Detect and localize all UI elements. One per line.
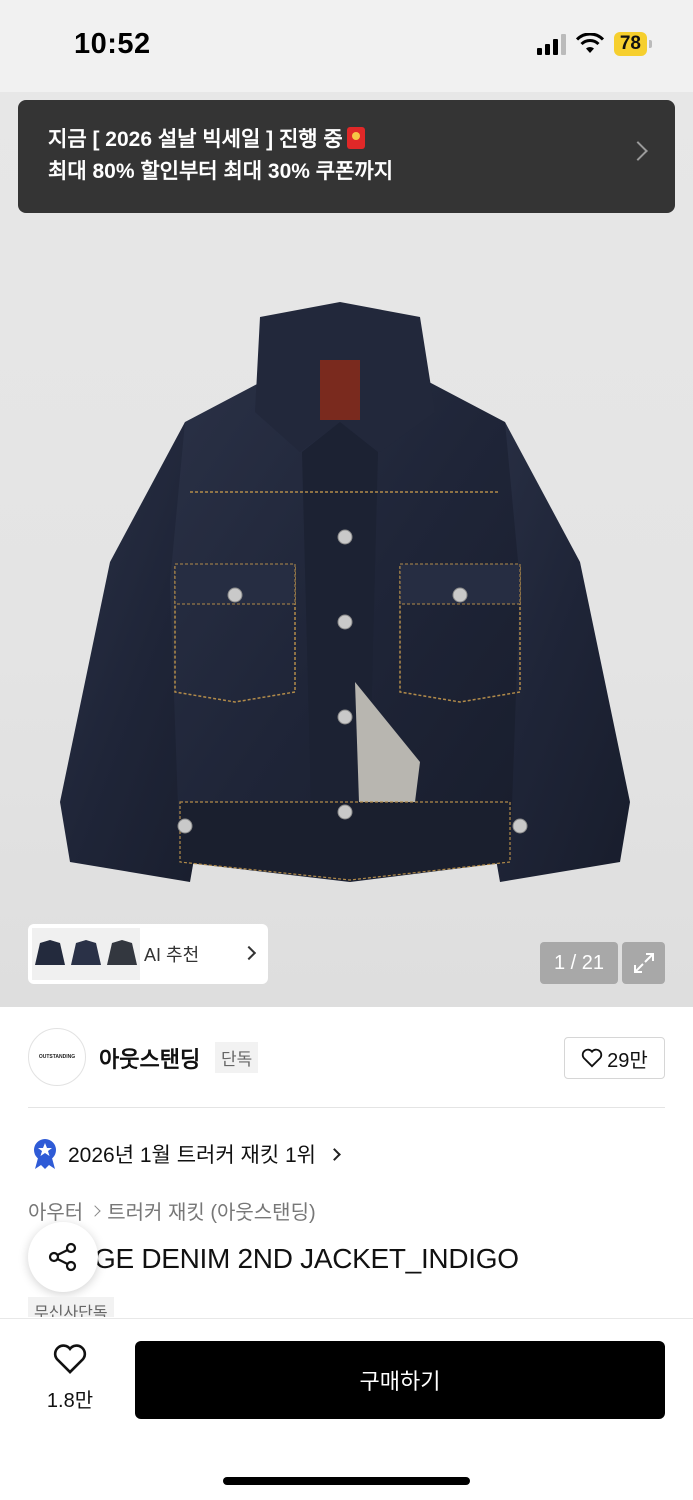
brand-name[interactable]: 아웃스탠딩 [99, 1042, 200, 1074]
image-counter: 1 / 21 [540, 942, 618, 984]
brand-like-button[interactable]: 29만 [564, 1037, 665, 1079]
wish-button[interactable]: 1.8만 [30, 1343, 110, 1413]
expand-icon [633, 953, 654, 973]
status-bar: 10:52 78 [0, 0, 693, 92]
product-title: …EDGE DENIM 2ND JACKET_INDIGO [28, 1243, 519, 1274]
ai-recommend-label: AI 추천 [144, 945, 200, 965]
denim-jacket-image [60, 302, 630, 882]
wifi-icon [575, 33, 604, 53]
battery-indicator: 78 [613, 32, 653, 56]
ranking-text: 2026년 1월 트러커 재킷 1위 [68, 1144, 316, 1167]
recommend-thumbnail [32, 928, 68, 980]
breadcrumb: 아우터 트러커 재킷 (아웃스탠딩) [28, 1196, 316, 1225]
brand-logo[interactable]: OUTSTANDING [28, 1028, 86, 1086]
status-icons: 78 [536, 32, 653, 56]
brand-row: OUTSTANDING 아웃스탠딩 단독 29만 [28, 1028, 665, 1088]
heart-icon [53, 1344, 87, 1374]
red-envelope-icon [346, 127, 365, 149]
breadcrumb-subcategory[interactable]: 트러커 재킷 (아웃스탠딩) [107, 1196, 315, 1225]
ranking-link[interactable]: 2026년 1월 트러커 재킷 1위 [32, 1138, 341, 1170]
recommend-thumbnail [104, 928, 140, 980]
home-indicator [223, 1477, 470, 1485]
chevron-right-icon [328, 1147, 341, 1161]
cellular-signal-icon [536, 33, 566, 55]
share-icon [48, 1242, 77, 1272]
buy-button[interactable]: 구매하기 [135, 1341, 665, 1419]
status-time: 10:52 [74, 28, 151, 60]
promo-line-2: 최대 80% 할인부터 최대 30% 쿠폰까지 [48, 160, 394, 183]
chevron-right-icon [241, 945, 257, 961]
brand-like-count: 29만 [607, 1049, 648, 1072]
share-button[interactable] [28, 1222, 98, 1292]
product-image[interactable]: AI 추천 1 / 21 [0, 92, 693, 1007]
bottom-bar: 1.8만 구매하기 [0, 1318, 693, 1500]
promo-banner[interactable]: 지금 [ 2026 설날 빅세일 ] 진행 중 최대 80% 할인부터 최대 3… [18, 100, 675, 213]
exclusive-tag: 단독 [215, 1042, 259, 1073]
heart-icon [582, 1048, 603, 1068]
promo-line-1: 지금 [ 2026 설날 빅세일 ] 진행 중 [48, 128, 343, 151]
chevron-right-icon [89, 1204, 101, 1217]
wish-count: 1.8만 [46, 1390, 94, 1412]
breadcrumb-category[interactable]: 아우터 [28, 1196, 83, 1225]
ranking-badge-icon [34, 1139, 56, 1169]
expand-button[interactable] [622, 942, 665, 984]
divider [28, 1107, 665, 1108]
exclusive-badge: 무신사단독 [28, 1297, 114, 1317]
ai-recommend-chip[interactable]: AI 추천 [28, 924, 268, 984]
recommend-thumbnail [68, 928, 104, 980]
